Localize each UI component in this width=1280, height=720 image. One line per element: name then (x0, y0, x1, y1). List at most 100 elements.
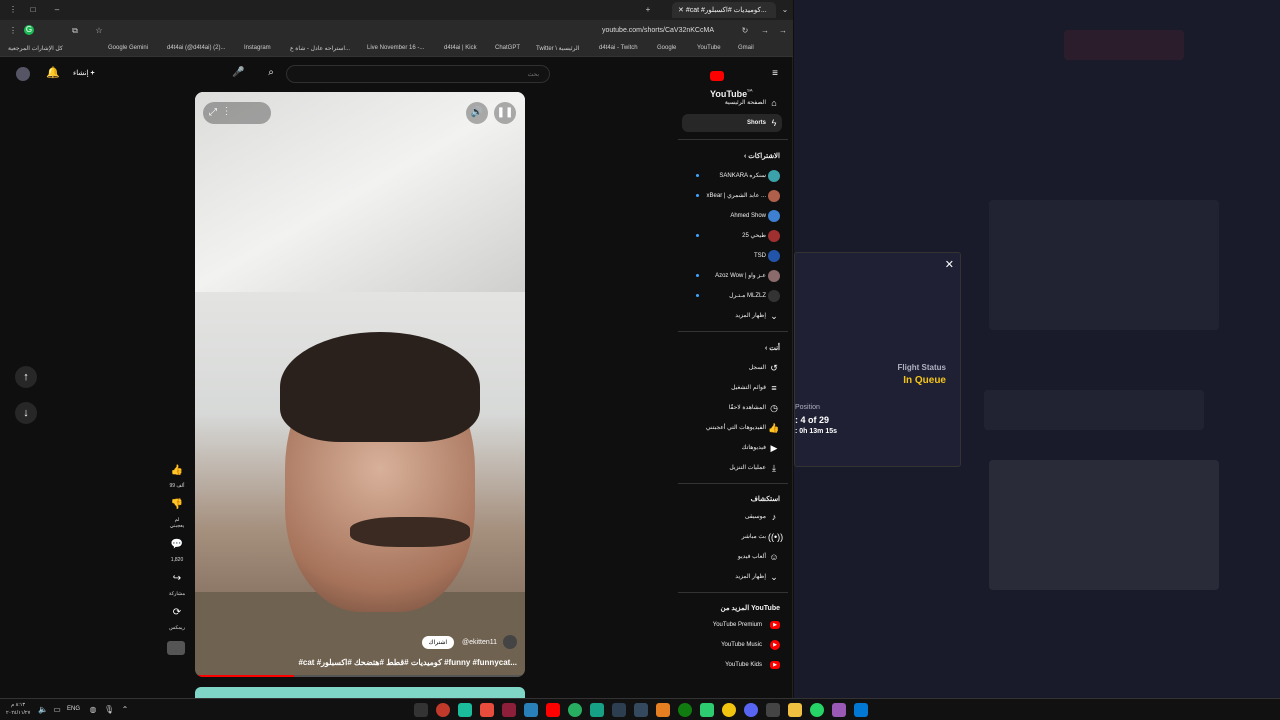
remix-action[interactable]: ⟳ ريمكس (167, 607, 187, 631)
sidebar-item-watch-later[interactable]: المشاهدة لاحقًا ◷ (682, 399, 782, 417)
share-action[interactable]: ↪ مشاركة (167, 573, 187, 597)
sidebar-item-your-videos[interactable]: فيديوهاتك ▶ (682, 439, 782, 457)
bookmark-d4t4ai[interactable]: d4t4ai (@d4t4ai) (2)... (167, 45, 225, 51)
bookmark-instagram[interactable]: Instagram (244, 45, 271, 51)
sidebar-item-home[interactable]: الصفحة الرئيسية ⌂ (682, 94, 782, 112)
sidebar-item-playlists[interactable]: قوائم التشغيل ≡ (682, 379, 782, 397)
chevron-up-icon[interactable]: ⌃ (120, 705, 130, 715)
bookmark-all[interactable]: كل الإشارات المرجعية (8, 45, 63, 52)
chrome-icon[interactable] (722, 703, 736, 717)
app-icon[interactable] (766, 703, 780, 717)
back-icon[interactable]: → (778, 26, 788, 36)
audio-thumbnail[interactable] (167, 641, 185, 655)
network-icon[interactable]: ◍ (88, 705, 98, 715)
language-indicator[interactable]: ENG (67, 706, 80, 712)
progress-track[interactable] (195, 675, 525, 677)
sidebar-item-live[interactable]: بث مباشر ((•)) (682, 528, 784, 546)
sidebar-item-premium[interactable]: YouTube Premium ▶ (682, 616, 782, 634)
tab-list-icon[interactable]: ⌄ (780, 5, 790, 15)
subscription-item[interactable]: xBear | عابد الشمري ... (682, 187, 782, 205)
subscription-item[interactable]: طيحي 25 (682, 227, 782, 245)
notepad-icon[interactable] (524, 703, 538, 717)
sidebar-item-kids[interactable]: YouTube Kids ▶ (682, 656, 782, 674)
app-icon[interactable] (568, 703, 582, 717)
comment-action[interactable]: 💬 1,820 (167, 539, 187, 563)
app-icon[interactable] (480, 703, 494, 717)
close-icon[interactable]: ✕ (945, 258, 954, 271)
like-action[interactable]: 👍 99 ألف (167, 465, 187, 489)
extensions-icon[interactable]: ⧉ (70, 26, 80, 36)
dislike-action[interactable]: 👎 لم يعجبني (167, 499, 187, 529)
sidebar-item-history[interactable]: السجل ↺ (682, 359, 782, 377)
you-header[interactable]: ‹ أنت (765, 344, 780, 352)
show-more-explore[interactable]: إظهار المزيد ⌄ (682, 568, 782, 586)
new-tab-icon[interactable]: + (643, 5, 653, 15)
channel-avatar[interactable] (503, 635, 517, 649)
subscription-item[interactable]: TSD (682, 247, 782, 265)
youtube-icon[interactable] (546, 703, 560, 717)
create-button[interactable]: إنشاء + (73, 69, 95, 77)
whatsapp-icon[interactable] (810, 703, 824, 717)
active-tab[interactable]: ✕ #cat #كوميديات #اكسبلور... (672, 2, 776, 18)
sidebar-item-shorts[interactable]: Shorts ϟ (682, 114, 782, 132)
subscriptions-header[interactable]: ‹ الاشتراكات (744, 152, 780, 160)
channel-handle[interactable]: @ekitten11 (462, 639, 497, 646)
app-icon[interactable] (700, 703, 714, 717)
hamburger-icon[interactable]: ≡ (770, 69, 780, 79)
forward-icon[interactable]: → (760, 26, 770, 36)
bookmark-gemini[interactable]: Google Gemini (108, 45, 148, 51)
more-icon[interactable]: ⋮ (8, 26, 18, 36)
avatar[interactable] (16, 67, 30, 81)
subscription-item[interactable]: SANKARA سنكره (682, 167, 782, 185)
subscription-item[interactable]: مـتـرل MLZLZ (682, 287, 782, 305)
app-icon[interactable] (458, 703, 472, 717)
bookmark-gmail[interactable]: Gmail (738, 45, 754, 51)
bookmark-live[interactable]: Live November 16 -... (367, 45, 424, 51)
youtube-logo[interactable]: YouTubeSA (710, 67, 770, 99)
app-icon[interactable] (436, 703, 450, 717)
star-icon[interactable]: ☆ (94, 26, 104, 36)
app-icon[interactable] (590, 703, 604, 717)
volume-icon[interactable]: 🔊 (466, 102, 488, 124)
speaker-icon[interactable]: 🔈 (38, 705, 48, 715)
sidebar-item-music-app[interactable]: YouTube Music ▶ (682, 636, 782, 654)
sidebar-item-downloads[interactable]: عمليات التنزيل ⤓ (682, 459, 782, 477)
short-caption[interactable]: #cat #كوميديات #قطط #هتضحك #اكسبلور #fun… (195, 658, 525, 667)
reload-icon[interactable]: ↻ (740, 26, 750, 36)
fullscreen-icon[interactable]: ⤢ (209, 107, 217, 118)
bell-icon[interactable]: 🔔 (46, 68, 60, 79)
subscription-item[interactable]: Ahmed Show (682, 207, 782, 225)
shorts-player[interactable]: ⤢ ⋮ 🔊 ❚❚ اشتراك @ekitten11 #cat #كوميديا… (195, 92, 525, 677)
show-more-subscriptions[interactable]: إظهار المزيد ⌄ (682, 307, 782, 325)
folder-icon[interactable] (788, 703, 802, 717)
settings-icon[interactable] (414, 703, 428, 717)
next-short-button[interactable]: ↓ (15, 402, 37, 424)
bookmark-chatgpt[interactable]: ChatGPT (495, 45, 520, 51)
maximize-icon[interactable]: □ (28, 5, 38, 15)
bookmark-twitch[interactable]: d4t4ai - Twitch (599, 45, 638, 51)
minimize-icon[interactable]: – (52, 5, 62, 15)
bookmark-google[interactable]: Google (657, 45, 676, 51)
xbox-icon[interactable] (678, 703, 692, 717)
clock[interactable]: ٨:١٣ م ٢٠٢٤/١١/٢٧ (6, 701, 30, 717)
mic-icon[interactable]: 🎙 (104, 705, 114, 715)
subscribe-button[interactable]: اشتراك (421, 635, 455, 649)
search-input[interactable]: بحث (286, 65, 550, 83)
search-icon[interactable]: ⌕ (266, 68, 276, 78)
display-icon[interactable]: ▭ (52, 705, 62, 715)
bookmark-adel[interactable]: استراحه عادل - شاة ع... (290, 45, 350, 52)
brave-icon[interactable] (656, 703, 670, 717)
app-icon[interactable] (502, 703, 516, 717)
subscription-item[interactable]: Azoz Wow | عـز واو (682, 267, 782, 285)
app-icon[interactable] (612, 703, 626, 717)
bookmark-kick[interactable]: d4t4ai | Kick (444, 45, 477, 51)
mic-icon[interactable]: 🎤 (232, 68, 244, 78)
url-field[interactable]: youtube.com/shorts/CaV32nKCcMA (260, 24, 720, 38)
profile-icon[interactable]: G (24, 25, 34, 35)
previous-short-button[interactable]: ↑ (15, 366, 37, 388)
bookmark-youtube[interactable]: YouTube (697, 45, 721, 51)
pause-icon[interactable]: ❚❚ (494, 102, 516, 124)
bookmark-twitter[interactable]: Twitter \ الرئيسية (536, 45, 579, 52)
more-options-icon[interactable]: ⋮ (225, 107, 228, 118)
menu-icon[interactable]: ⋮ (8, 5, 18, 15)
